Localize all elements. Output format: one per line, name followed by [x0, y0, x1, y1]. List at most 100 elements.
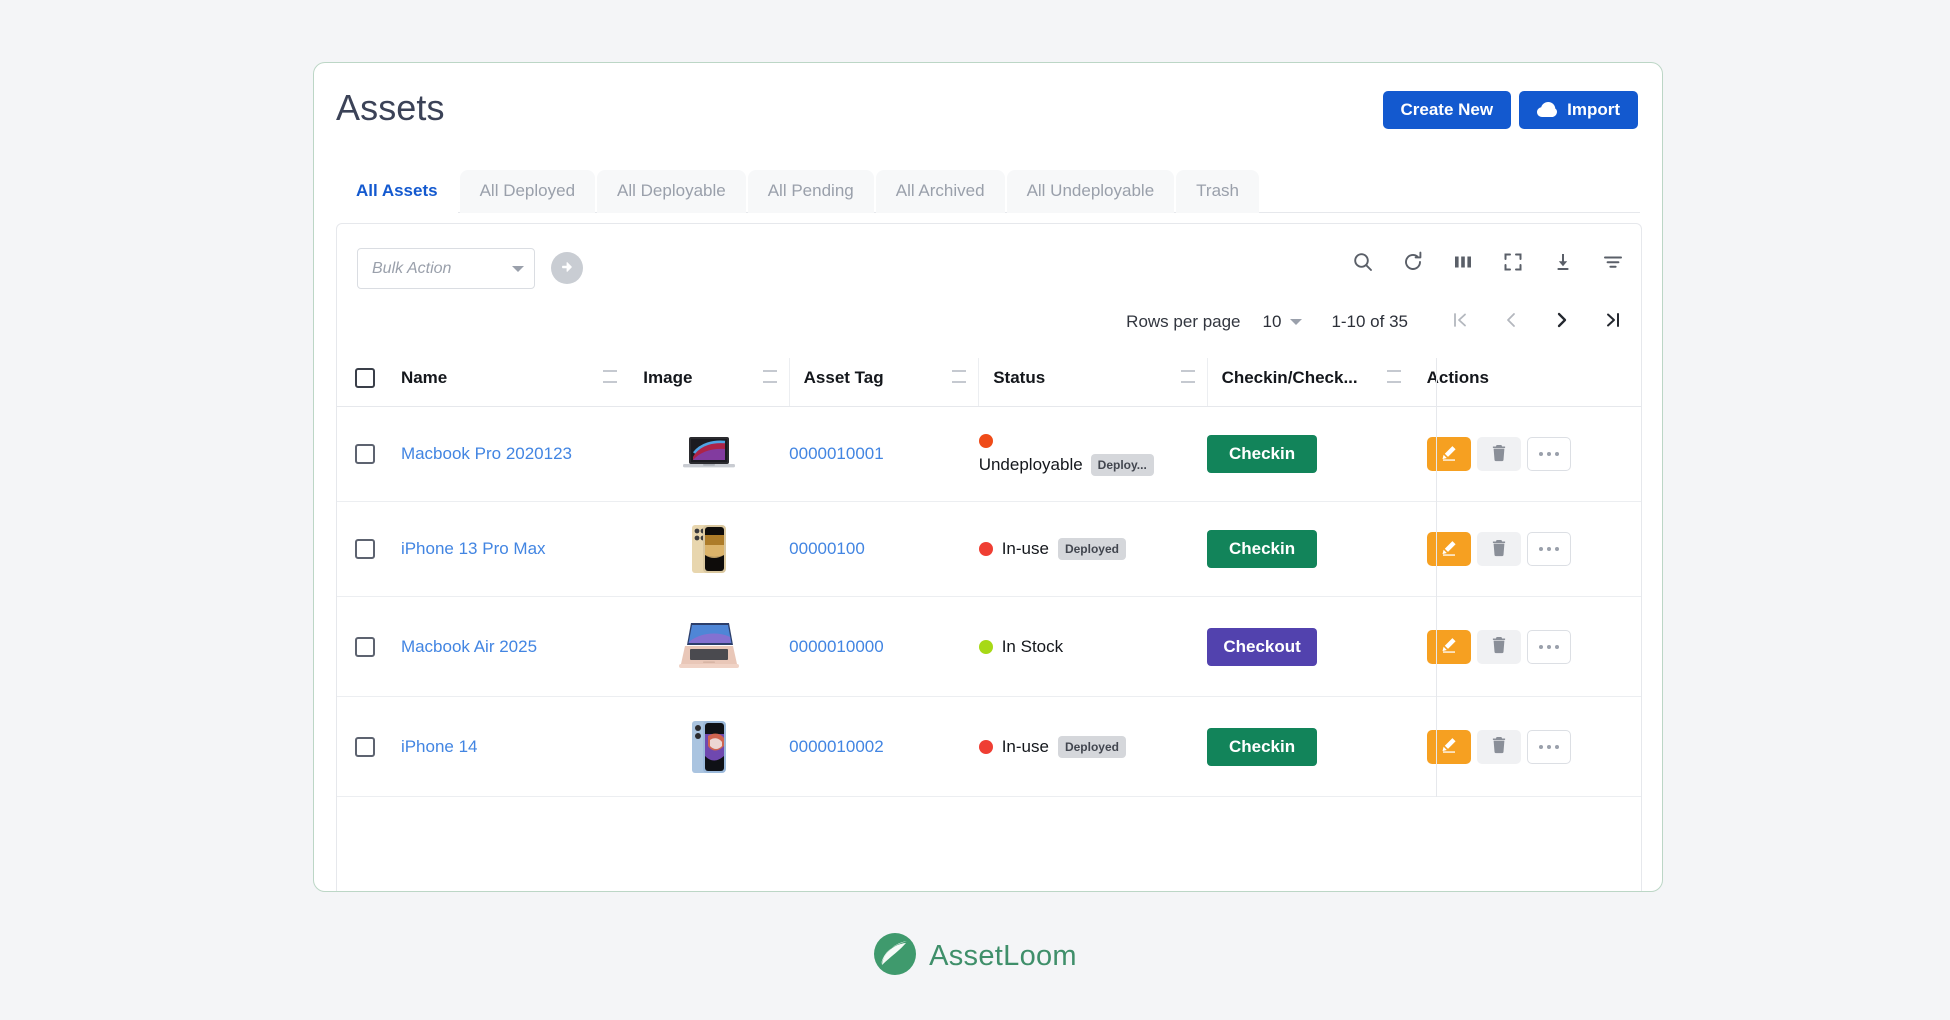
table-body: Macbook Pro 2020123 [337, 407, 1641, 797]
create-new-button[interactable]: Create New [1383, 91, 1512, 129]
bulk-action-select[interactable]: Bulk Action [357, 248, 535, 289]
more-actions-button[interactable] [1527, 532, 1571, 566]
filter-icon[interactable] [1601, 250, 1625, 279]
status-dot [979, 640, 993, 654]
row-status-cell: In-use Deployed [979, 697, 1207, 797]
row-asset-tag-cell: 0000010000 [789, 597, 979, 697]
table-header-row: Name Image Asset Tag Status [337, 358, 1641, 407]
column-resize-handle-image[interactable] [763, 370, 777, 386]
row-checkbox[interactable] [355, 637, 375, 657]
more-actions-button[interactable] [1527, 437, 1571, 471]
asset-name-link[interactable]: Macbook Air 2025 [401, 637, 537, 656]
trash-icon [1491, 736, 1507, 757]
edit-button[interactable] [1427, 630, 1471, 664]
header-actions: Actions [1413, 358, 1641, 407]
columns-icon[interactable] [1451, 250, 1475, 279]
tab-all-deployed[interactable]: All Deployed [460, 170, 595, 213]
header-asset-tag: Asset Tag [789, 358, 979, 407]
rows-per-page-label: Rows per page [1126, 312, 1240, 332]
assets-table: Name Image Asset Tag Status [337, 358, 1641, 797]
table-toolbar: Bulk Action [337, 224, 1641, 302]
asset-name-link[interactable]: Macbook Pro 2020123 [401, 444, 572, 463]
row-actions-cell [1413, 407, 1641, 502]
row-checkbox[interactable] [355, 444, 375, 464]
asset-name-link[interactable]: iPhone 14 [401, 737, 478, 756]
refresh-icon[interactable] [1401, 250, 1425, 279]
column-resize-handle-checkin[interactable] [1387, 370, 1401, 386]
first-page-button[interactable] [1446, 310, 1474, 333]
asset-tag-link[interactable]: 0000010002 [789, 737, 884, 756]
delete-button[interactable] [1477, 630, 1521, 664]
asset-tag-link[interactable]: 0000010001 [789, 444, 884, 463]
tab-trash[interactable]: Trash [1176, 170, 1259, 213]
fullscreen-icon[interactable] [1501, 250, 1525, 279]
row-checkbox[interactable] [355, 539, 375, 559]
asset-name-link[interactable]: iPhone 13 Pro Max [401, 539, 546, 558]
header-asset-tag-label: Asset Tag [804, 368, 953, 388]
delete-button[interactable] [1477, 730, 1521, 764]
column-resize-handle-asset-tag[interactable] [952, 370, 966, 386]
pagination-nav [1446, 310, 1627, 333]
select-all-checkbox[interactable] [355, 368, 375, 388]
trash-icon [1491, 539, 1507, 560]
assets-table-wrap: Name Image Asset Tag Status [337, 358, 1641, 797]
more-icon [1539, 745, 1559, 749]
column-resize-handle-status[interactable] [1181, 370, 1195, 386]
tab-all-assets[interactable]: All Assets [336, 170, 458, 213]
tab-all-pending[interactable]: All Pending [748, 170, 874, 213]
header-checkin-checkout: Checkin/Check... [1207, 358, 1413, 407]
assetloom-logo-icon [873, 932, 917, 981]
asset-tag-link[interactable]: 00000100 [789, 539, 865, 558]
iphone-13-pro-max-thumbnail [629, 523, 789, 575]
more-icon [1539, 645, 1559, 649]
column-resize-handle-name[interactable] [603, 370, 617, 386]
status-label: In-use [1002, 737, 1049, 757]
row-status-cell: In-use Deployed [979, 502, 1207, 597]
delete-button[interactable] [1477, 437, 1521, 471]
checkin-button[interactable]: Checkin [1207, 435, 1317, 473]
checkout-button[interactable]: Checkout [1207, 628, 1317, 666]
edit-button[interactable] [1427, 532, 1471, 566]
bulk-action-go-button[interactable] [551, 252, 583, 284]
prev-page-button[interactable] [1497, 310, 1525, 333]
row-select-cell [337, 697, 401, 797]
row-actions-cell [1413, 597, 1641, 697]
row-checkbox[interactable] [355, 737, 375, 757]
table-head: Name Image Asset Tag Status [337, 358, 1641, 407]
next-page-button[interactable] [1548, 310, 1576, 333]
row-status-cell: In Stock [979, 597, 1207, 697]
more-icon [1539, 547, 1559, 551]
edit-button[interactable] [1427, 730, 1471, 764]
delete-button[interactable] [1477, 532, 1521, 566]
more-actions-button[interactable] [1527, 630, 1571, 664]
iphone-14-thumbnail [629, 718, 789, 776]
more-actions-button[interactable] [1527, 730, 1571, 764]
more-icon [1539, 452, 1559, 456]
table-pagination: Rows per page 10 1-10 of 35 [337, 302, 1641, 358]
tab-all-archived[interactable]: All Archived [876, 170, 1005, 213]
header-status-label: Status [993, 368, 1180, 388]
first-page-icon [1450, 318, 1470, 333]
tab-all-undeployable[interactable]: All Undeployable [1007, 170, 1175, 213]
last-page-button[interactable] [1599, 310, 1627, 333]
row-asset-tag-cell: 00000100 [789, 502, 979, 597]
header-name: Name [401, 358, 629, 407]
search-icon[interactable] [1351, 250, 1375, 279]
status-wrapper: In Stock [979, 637, 1207, 657]
checkin-button[interactable]: Checkin [1207, 728, 1317, 766]
download-icon[interactable] [1551, 250, 1575, 279]
checkin-button[interactable]: Checkin [1207, 530, 1317, 568]
page-title: Assets [336, 87, 445, 129]
status-dot [979, 434, 993, 448]
assets-table-panel: Bulk Action [336, 223, 1642, 892]
rows-per-page-select[interactable]: 10 [1263, 312, 1303, 332]
header-actions-label: Actions [1427, 368, 1641, 388]
import-button[interactable]: Import [1519, 91, 1638, 129]
edit-button[interactable] [1427, 437, 1471, 471]
asset-tag-link[interactable]: 0000010000 [789, 637, 884, 656]
tab-all-deployable[interactable]: All Deployable [597, 170, 746, 213]
assetloom-brand-label: AssetLoom [929, 940, 1077, 973]
toolbar-icons [1351, 250, 1625, 279]
chevron-left-icon [1501, 318, 1521, 333]
arrow-right-icon [559, 259, 575, 278]
